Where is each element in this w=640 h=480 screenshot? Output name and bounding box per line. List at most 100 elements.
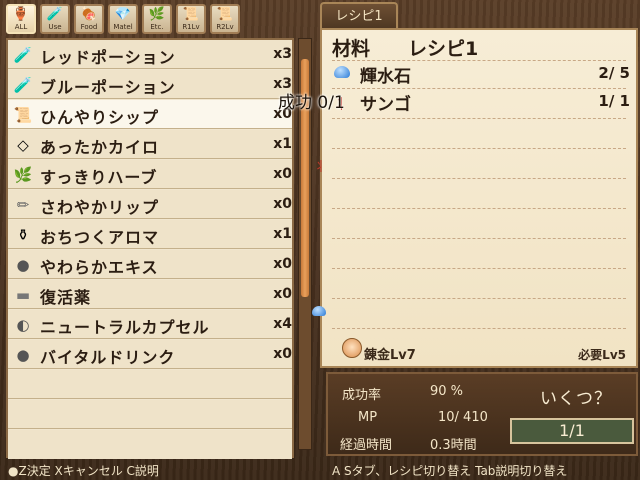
capsule-icon: ◐	[16, 316, 30, 334]
item-name: レッドポーション	[40, 48, 176, 67]
quantity-prompt: いくつ？	[540, 389, 612, 409]
tab-label: R1Lv	[182, 23, 200, 31]
tab-food[interactable]: 🍖 Food	[74, 4, 104, 34]
item-name: すっきりハーブ	[40, 168, 158, 187]
item-name: やわらかエキス	[40, 258, 159, 277]
scroll-icon: 📜	[182, 7, 200, 22]
help-bar-right: A Sタブ、レシピ切り替え Tab説明切り替え	[332, 464, 568, 478]
divider	[332, 60, 626, 61]
scroll-icon: 📜	[216, 7, 234, 22]
tab-label: Food	[80, 23, 98, 31]
recipe-paper: 材料 レシピ1 輝水石 2/ 5 ⺦ サンゴ 1/ 1 錬金Lv7 必要Lv5	[320, 28, 638, 368]
list-item[interactable]: ◐ ニュートラルカプセル x4	[8, 310, 292, 339]
heat-pack-icon: ◇	[17, 136, 29, 154]
item-count: x0	[273, 166, 292, 182]
required-level: 必要Lv5	[578, 348, 626, 362]
list-item[interactable]: ▬ 復活薬 x0	[8, 280, 292, 309]
item-count: x3	[273, 46, 292, 62]
divider	[332, 178, 626, 179]
red-potion-icon: 🧪	[13, 46, 33, 64]
tab-material[interactable]: 💎 Matel	[108, 4, 138, 34]
pot-icon: 🏺	[12, 7, 30, 22]
material-qty: 2/ 5	[598, 64, 630, 82]
craft-info-panel: 成功率 90 % MP 10/ 410 経過時間 0.3時間 いくつ？ 1/1	[326, 372, 638, 456]
divider	[332, 328, 626, 329]
mp-label: MP	[358, 410, 378, 425]
extract-icon: ●	[16, 256, 30, 274]
lip-balm-icon: ✏	[16, 196, 30, 214]
success-rate-value: 90 %	[430, 384, 464, 399]
list-item-empty	[8, 430, 292, 459]
item-list: 🧪 レッドポーション x3 🧪 ブルーポーション x3 📜 ひんやりシップ x0…	[6, 38, 294, 459]
list-item[interactable]: ⚱ おちつくアロマ x1	[8, 220, 292, 249]
misc-icon: 🌿	[148, 7, 166, 22]
success-overlay: 成功 0/1	[278, 93, 345, 113]
divider	[332, 88, 626, 89]
compress-icon: 📜	[13, 106, 33, 124]
item-count: x0	[273, 346, 292, 362]
list-item[interactable]: ● やわらかエキス x0	[8, 250, 292, 279]
herb-icon: 🌿	[13, 166, 33, 184]
list-item-selected[interactable]: 📜 ひんやりシップ x0	[8, 100, 292, 129]
tab-recipe-1[interactable]: 📜 R1Lv	[176, 4, 206, 34]
water-stone-icon	[334, 66, 350, 78]
list-item[interactable]: 🌿 すっきりハーブ x0	[8, 160, 292, 189]
item-name: ニュートラルカプセル	[40, 318, 210, 337]
item-name: ブルーポーション	[40, 78, 176, 97]
category-tabs: 🏺 ALL 🧪 Use 🍖 Food 💎 Matel 🌿 Etc. 📜 R1Lv…	[6, 4, 240, 34]
drag-coral-icon: ⺦	[314, 160, 328, 175]
material-name: サンゴ	[360, 95, 411, 115]
tab-label: Matel	[113, 23, 133, 31]
meat-icon: 🍖	[80, 7, 98, 22]
blue-potion-icon: 🧪	[13, 76, 33, 94]
tab-label: R2Lv	[216, 23, 234, 31]
character-avatar-icon	[342, 338, 362, 358]
list-item[interactable]: 🧪 レッドポーション x3	[8, 40, 292, 69]
tab-label: Etc.	[150, 23, 164, 31]
drag-stone-icon	[312, 306, 326, 316]
divider	[332, 268, 626, 269]
item-name: 復活薬	[40, 288, 92, 307]
tab-label: Use	[48, 23, 62, 31]
item-count: x1	[273, 226, 292, 242]
list-item[interactable]: ✏ さわやかリップ x0	[8, 190, 292, 219]
help-bar-left: ●Z決定 Xキャンセル C説明	[8, 464, 159, 478]
item-name: バイタルドリンク	[40, 348, 176, 367]
item-count: x0	[273, 256, 292, 272]
material-name: 輝水石	[360, 67, 411, 87]
list-item[interactable]: 🧪 ブルーポーション x3	[8, 70, 292, 99]
aroma-bottle-icon: ⚱	[16, 226, 30, 244]
item-name: おちつくアロマ	[40, 228, 160, 247]
item-count: x4	[273, 316, 292, 332]
tab-label: ALL	[14, 23, 28, 31]
list-item[interactable]: ◇ あったかカイロ x1	[8, 130, 292, 159]
item-count: x0	[273, 196, 292, 212]
divider	[332, 208, 626, 209]
recipe-tab[interactable]: レシピ1	[320, 2, 398, 30]
quantity-selector[interactable]: 1/1	[510, 418, 634, 444]
materials-header: 材料	[332, 38, 371, 60]
tab-use[interactable]: 🧪 Use	[40, 4, 70, 34]
elapsed-time-value: 0.3時間	[430, 438, 477, 453]
revive-icon: ▬	[15, 286, 31, 304]
success-rate-label: 成功率	[342, 388, 382, 403]
item-name: あったかカイロ	[40, 138, 160, 157]
tab-etc[interactable]: 🌿 Etc.	[142, 4, 172, 34]
recipe-header: レシピ1	[408, 38, 479, 60]
gem-icon: 💎	[114, 7, 132, 22]
item-count: x0	[273, 286, 292, 302]
divider	[332, 298, 626, 299]
item-name: ひんやりシップ	[40, 108, 160, 127]
alchemy-level: 錬金Lv7	[364, 348, 416, 363]
drink-icon: ●	[16, 346, 30, 364]
mp-value: 10/ 410	[438, 410, 488, 425]
tab-recipe-2[interactable]: 📜 R2Lv	[210, 4, 240, 34]
item-name: さわやかリップ	[40, 198, 160, 217]
divider	[332, 238, 626, 239]
list-item[interactable]: ● バイタルドリンク x0	[8, 340, 292, 369]
list-item-empty	[8, 370, 292, 399]
divider	[332, 148, 626, 149]
divider	[332, 118, 626, 119]
tab-all[interactable]: 🏺 ALL	[6, 4, 36, 34]
list-item-empty	[8, 400, 292, 429]
